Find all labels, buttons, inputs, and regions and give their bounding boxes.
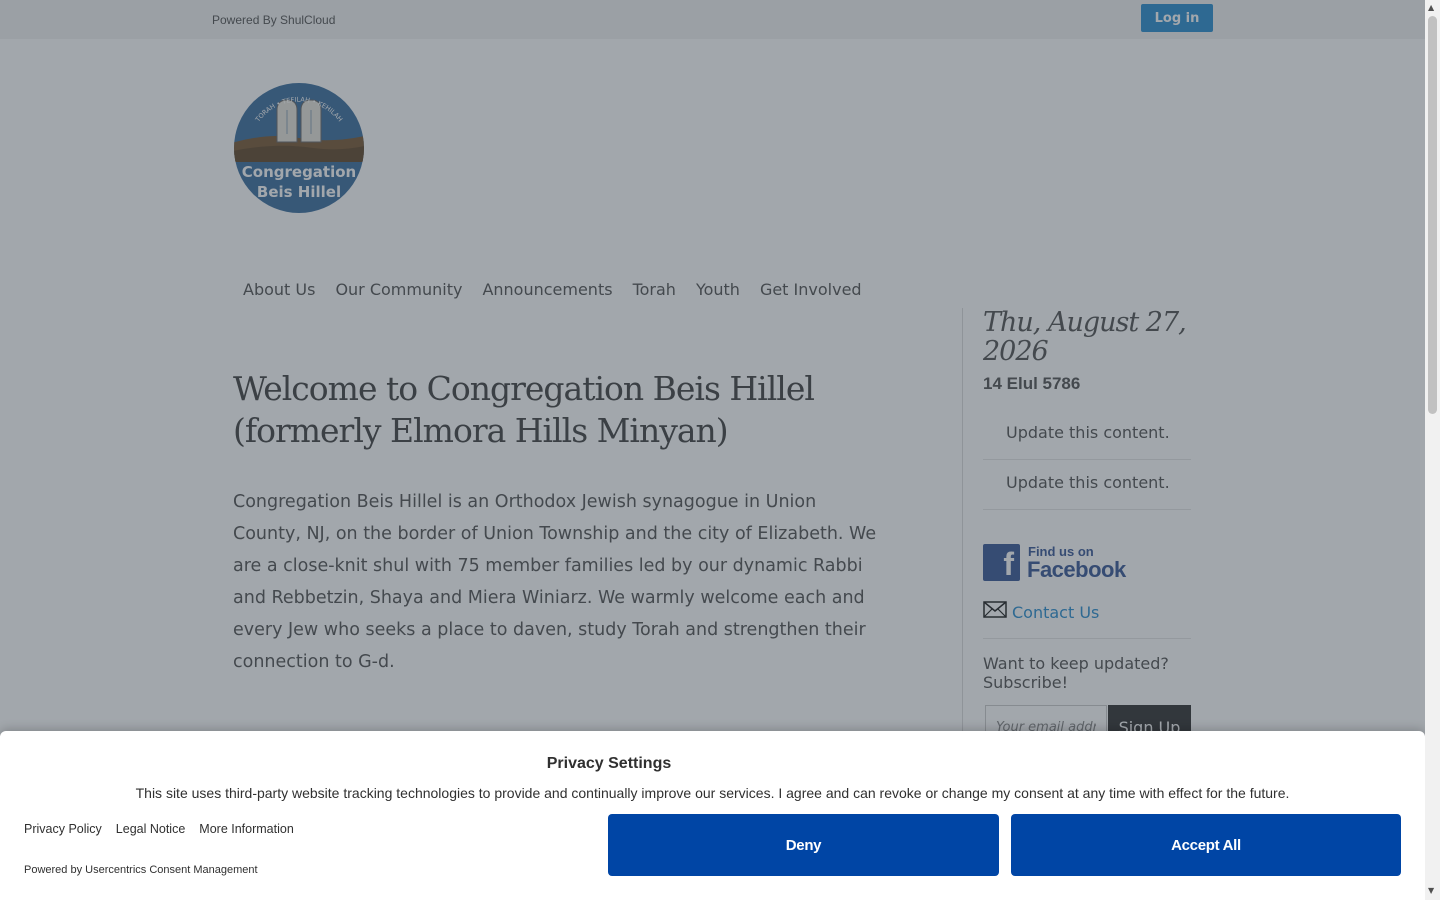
scrollbar[interactable]: ▲ ▼ bbox=[1425, 0, 1440, 900]
accept-all-button[interactable]: Accept All bbox=[1011, 814, 1401, 876]
scroll-up-arrow-icon[interactable]: ▲ bbox=[1428, 3, 1434, 13]
more-information-link[interactable]: More Information bbox=[199, 822, 293, 836]
scroll-down-arrow-icon[interactable]: ▼ bbox=[1428, 886, 1434, 896]
scrollbar-thumb[interactable] bbox=[1428, 16, 1437, 414]
consent-powered-by[interactable]: Powered by Usercentrics Consent Manageme… bbox=[24, 864, 258, 876]
consent-title: Privacy Settings bbox=[546, 755, 672, 772]
privacy-consent-banner: Privacy Settings This site uses third-pa… bbox=[0, 731, 1425, 900]
legal-notice-link[interactable]: Legal Notice bbox=[116, 822, 186, 836]
consent-links: Privacy Policy Legal Notice More Informa… bbox=[24, 822, 308, 836]
privacy-policy-link[interactable]: Privacy Policy bbox=[24, 822, 102, 836]
consent-text: This site uses third-party website track… bbox=[135, 785, 1290, 801]
deny-button[interactable]: Deny bbox=[608, 814, 999, 876]
page: Powered By ShulCloud Log in TORAH • TEFI… bbox=[0, 0, 1425, 900]
